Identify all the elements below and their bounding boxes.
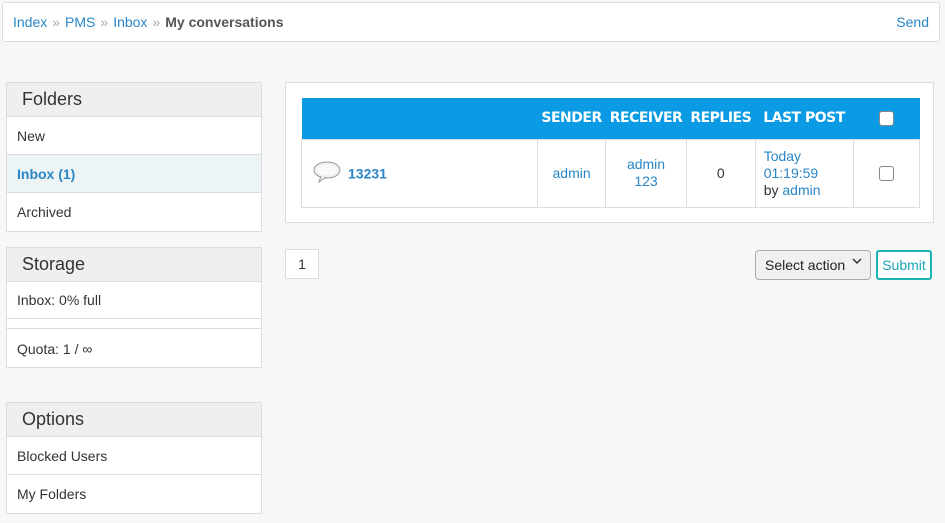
conversations-table: SENDER RECEIVER REPLIES LAST POST 13231 [301, 98, 921, 208]
pagination-page-1[interactable]: 1 [285, 249, 319, 279]
cell-last-post: Today 01:19:59 by admin [754, 138, 854, 208]
receiver-link[interactable]: admin 123 [624, 156, 668, 190]
storage-panel: Storage Inbox: 0% full Quota: 1 / ∞ [6, 247, 262, 368]
cell-subject: 13231 [301, 138, 538, 208]
quota-text: Quota: 1 / ∞ [17, 341, 93, 357]
folders-panel: Folders New Inbox (1) Archived [6, 82, 262, 232]
header-sender[interactable]: SENDER [537, 98, 605, 139]
chevron-down-icon [852, 256, 862, 269]
breadcrumb-separator: » [100, 14, 109, 30]
options-panel: Options Blocked Users My Folders [6, 402, 262, 514]
last-post-author-link[interactable]: admin [782, 182, 820, 198]
breadcrumb-separator: » [152, 14, 161, 30]
breadcrumb-inbox[interactable]: Inbox [113, 14, 147, 30]
header-subject [302, 98, 538, 139]
header-last-post[interactable]: LAST POST [755, 98, 853, 139]
option-my-folders[interactable]: My Folders [7, 475, 261, 513]
options-title: Options [7, 403, 261, 437]
last-post-by-prefix: by [763, 181, 779, 198]
breadcrumb-pms[interactable]: PMS [65, 14, 95, 30]
cell-select [852, 138, 921, 208]
last-post-time-link[interactable]: Today 01:19:59 [764, 148, 834, 182]
conversations-box: SENDER RECEIVER REPLIES LAST POST 13231 [285, 82, 934, 223]
page-title: My conversations [165, 14, 284, 30]
sender-link[interactable]: admin [553, 165, 591, 181]
select-action-label: Select action [765, 257, 846, 273]
conversation-subject-link[interactable]: 13231 [348, 165, 387, 181]
cell-receiver: admin 123 [605, 138, 687, 208]
breadcrumb-bar: Index» PMS» Inbox» My conversations Send [2, 2, 940, 42]
table-row: 13231 admin admin 123 0 Today 01:19:59 b… [301, 138, 921, 208]
storage-progress-bar [7, 319, 261, 329]
cell-sender: admin [536, 138, 607, 208]
header-select-all [853, 98, 919, 139]
breadcrumb-index[interactable]: Index [13, 14, 47, 30]
inbox-usage: Inbox: 0% full [7, 282, 261, 319]
select-all-checkbox[interactable] [878, 110, 894, 126]
folder-inbox[interactable]: Inbox (1) [7, 155, 261, 193]
table-header-row: SENDER RECEIVER REPLIES LAST POST [301, 98, 920, 139]
header-receiver[interactable]: RECEIVER [606, 98, 687, 139]
select-action-dropdown[interactable]: Select action [755, 250, 871, 280]
row-checkbox[interactable] [878, 166, 894, 182]
submit-button[interactable]: Submit [876, 250, 932, 280]
option-blocked-users[interactable]: Blocked Users [7, 437, 261, 475]
folder-archived[interactable]: Archived [7, 193, 261, 231]
send-link[interactable]: Send [896, 14, 929, 30]
breadcrumb: Index» PMS» Inbox» My conversations [13, 14, 284, 30]
breadcrumb-separator: » [52, 14, 61, 30]
header-replies[interactable]: REPLIES [686, 98, 755, 139]
storage-title: Storage [7, 248, 261, 282]
speech-bubble-icon [312, 160, 342, 187]
folders-title: Folders [7, 83, 261, 117]
cell-replies: 0 [685, 138, 756, 208]
folder-new[interactable]: New [7, 117, 261, 155]
